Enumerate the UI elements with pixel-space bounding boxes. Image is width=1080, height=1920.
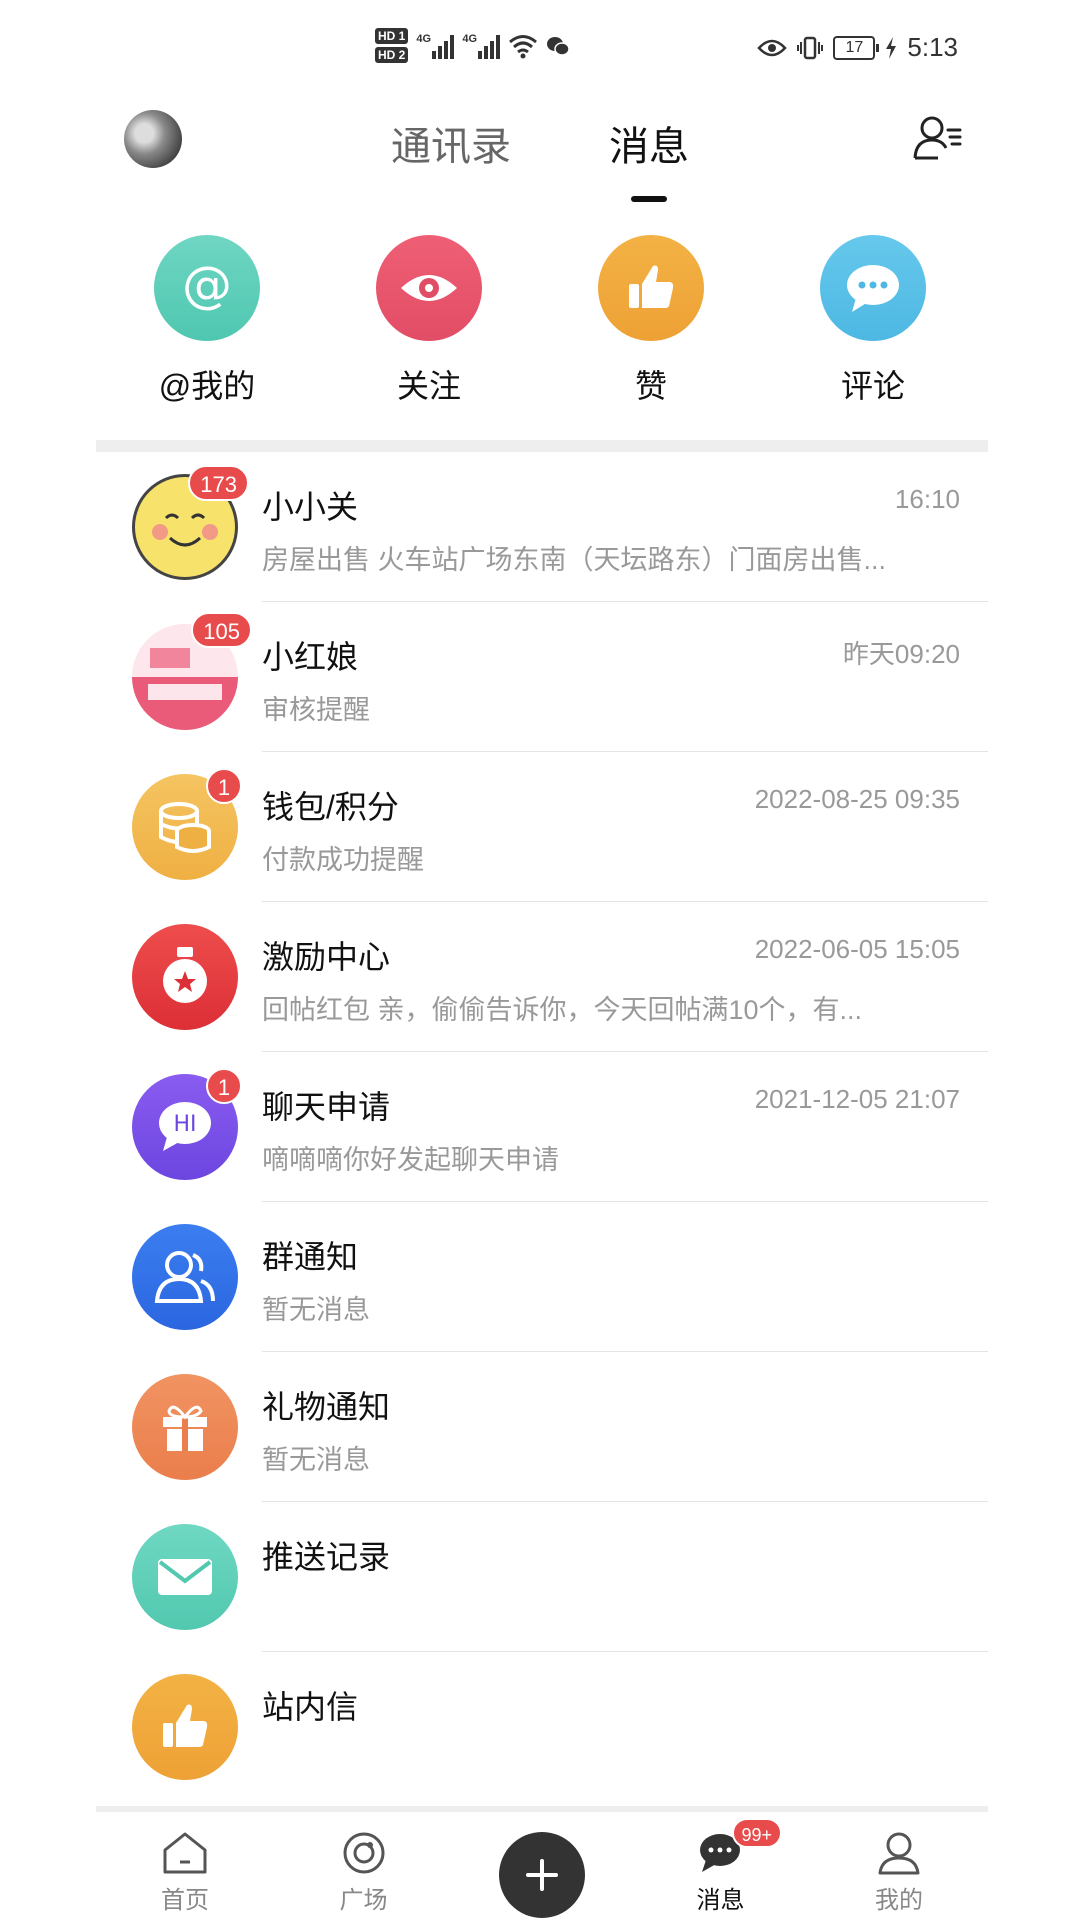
- list-item[interactable]: 1 钱包/积分 2022-08-25 09:35 付款成功提醒: [96, 752, 988, 902]
- status-bar-system: 17 5:13: [757, 32, 958, 63]
- message-time: 2022-06-05 15:05: [754, 934, 960, 964]
- unread-badge: 1: [206, 768, 242, 804]
- contacts-settings-icon[interactable]: [912, 114, 964, 164]
- nav-label: 首页: [161, 1887, 209, 1914]
- message-time: 昨天09:20: [842, 639, 960, 669]
- quick-action-follow[interactable]: 关注: [318, 235, 540, 415]
- hd1-label: HD 1: [375, 28, 409, 44]
- quick-action-likes[interactable]: 赞: [540, 235, 762, 415]
- message-title: 小小关: [262, 489, 359, 525]
- thumb-up-icon: [598, 235, 704, 341]
- message-title: 钱包/积分: [262, 789, 399, 825]
- message-title: 推送记录: [262, 1539, 391, 1575]
- hd2-label: HD 2: [375, 47, 409, 63]
- eye-icon: [376, 235, 482, 341]
- quick-action-label: @我的: [158, 368, 256, 404]
- tab-messages[interactable]: 消息: [605, 114, 693, 202]
- unread-badge: 105: [191, 612, 252, 648]
- square-icon: [343, 1832, 384, 1874]
- message-time: 16:10: [894, 484, 960, 514]
- message-preview: 嘀嘀嘀你好发起聊天申请: [262, 1145, 559, 1175]
- vibrate-icon: [797, 36, 824, 59]
- net2-label: 4G: [462, 32, 478, 45]
- nav-label: 我的: [875, 1887, 923, 1914]
- list-item[interactable]: 激励中心 2022-06-05 15:05 回帖红包 亲，偷偷告诉你，今天回帖满…: [96, 902, 988, 1052]
- home-icon: [163, 1832, 207, 1874]
- section-divider: [96, 440, 988, 452]
- quick-action-label: 赞: [634, 368, 667, 404]
- signal-icon-2: 4G: [462, 32, 501, 59]
- group-icon: [132, 1224, 238, 1330]
- message-preview: 暂无消息: [262, 1445, 370, 1475]
- quick-action-label: 关注: [396, 368, 461, 404]
- status-bar-network: HD 1 HD 2 4G 4G: [375, 28, 571, 63]
- smiley-avatar-icon: 173: [132, 465, 249, 580]
- coins-icon: 1: [132, 768, 242, 880]
- clock: 5:13: [907, 32, 958, 62]
- comment-icon: [820, 235, 926, 341]
- nav-profile[interactable]: 我的: [810, 1812, 988, 1920]
- quick-actions: @ @我的 关注 赞 评论: [96, 235, 984, 415]
- mail-icon: [132, 1524, 238, 1630]
- nav-publish[interactable]: [453, 1812, 631, 1920]
- list-item[interactable]: 推送记录: [96, 1502, 988, 1652]
- battery-icon: 17: [833, 35, 880, 60]
- nav-square[interactable]: 广场: [275, 1812, 453, 1920]
- header: 通讯录 消息: [0, 100, 1080, 202]
- plus-icon: [499, 1832, 585, 1918]
- message-preview: 付款成功提醒: [262, 845, 424, 875]
- message-title: 群通知: [262, 1239, 359, 1275]
- hd-indicator: HD 1 HD 2: [375, 28, 409, 63]
- list-item[interactable]: 105 小红娘 昨天09:20 审核提醒: [96, 602, 988, 752]
- hi-chat-icon: HI 1: [132, 1068, 242, 1180]
- nav-label: 消息: [696, 1887, 745, 1914]
- svg-text:@: @: [182, 258, 232, 314]
- message-list: 173 小小关 16:10 房屋出售 火车站广场东南（天坛路东）门面房出售...…: [96, 452, 988, 1808]
- profile-icon: [878, 1832, 920, 1875]
- message-title: 小红娘: [262, 639, 359, 675]
- wechat-icon: [547, 36, 571, 56]
- unread-badge: 1: [206, 1068, 242, 1104]
- list-item[interactable]: 群通知 暂无消息: [96, 1202, 988, 1352]
- tab-contacts[interactable]: 通讯录: [387, 114, 515, 172]
- message-time: 2022-08-25 09:35: [754, 784, 960, 814]
- nav-home[interactable]: 首页: [96, 1812, 274, 1920]
- message-preview: 房屋出售 火车站广场东南（天坛路东）门面房出售...: [262, 545, 887, 575]
- thumb-up-icon: [132, 1674, 238, 1780]
- unread-badge: 173: [188, 465, 249, 501]
- list-item[interactable]: 站内信: [96, 1652, 988, 1802]
- status-bar: HD 1 HD 2 4G 4G 17 5:13: [0, 0, 1080, 100]
- message-title: 礼物通知: [262, 1389, 391, 1425]
- svg-text:HI: HI: [173, 1112, 196, 1137]
- list-item[interactable]: 173 小小关 16:10 房屋出售 火车站广场东南（天坛路东）门面房出售...: [96, 452, 988, 602]
- at-icon: @: [154, 235, 260, 341]
- eye-comfort-icon: [757, 39, 788, 56]
- message-title: 站内信: [262, 1689, 359, 1725]
- gift-icon: [132, 1374, 238, 1480]
- list-item[interactable]: 礼物通知 暂无消息: [96, 1352, 988, 1502]
- nav-messages[interactable]: 99+ 消息: [632, 1812, 810, 1920]
- message-time: 2021-12-05 21:07: [754, 1084, 960, 1114]
- signal-icon: 4G: [416, 32, 455, 59]
- matchmaker-avatar-icon: 105: [132, 612, 252, 730]
- list-item[interactable]: HI 1 聊天申请 2021-12-05 21:07 嘀嘀嘀你好发起聊天申请: [96, 1052, 988, 1202]
- wifi-icon: [509, 34, 538, 58]
- medal-icon: [132, 924, 238, 1030]
- quick-action-label: 评论: [840, 368, 905, 404]
- quick-action-at-me[interactable]: @ @我的: [96, 235, 318, 415]
- message-title: 激励中心: [262, 939, 391, 975]
- charging-icon: [886, 36, 897, 59]
- nav-unread-badge: 99+: [731, 1818, 783, 1848]
- message-preview: 审核提醒: [262, 695, 370, 725]
- bottom-nav: 首页 广场 99+ 消息 我的: [96, 1812, 988, 1920]
- quick-action-comments[interactable]: 评论: [762, 235, 984, 415]
- nav-label: 广场: [339, 1887, 388, 1914]
- message-preview: 回帖红包 亲，偷偷告诉你，今天回帖满10个，有...: [262, 995, 863, 1025]
- message-preview: 暂无消息: [262, 1295, 370, 1325]
- net1-label: 4G: [416, 32, 432, 45]
- message-title: 聊天申请: [262, 1089, 391, 1125]
